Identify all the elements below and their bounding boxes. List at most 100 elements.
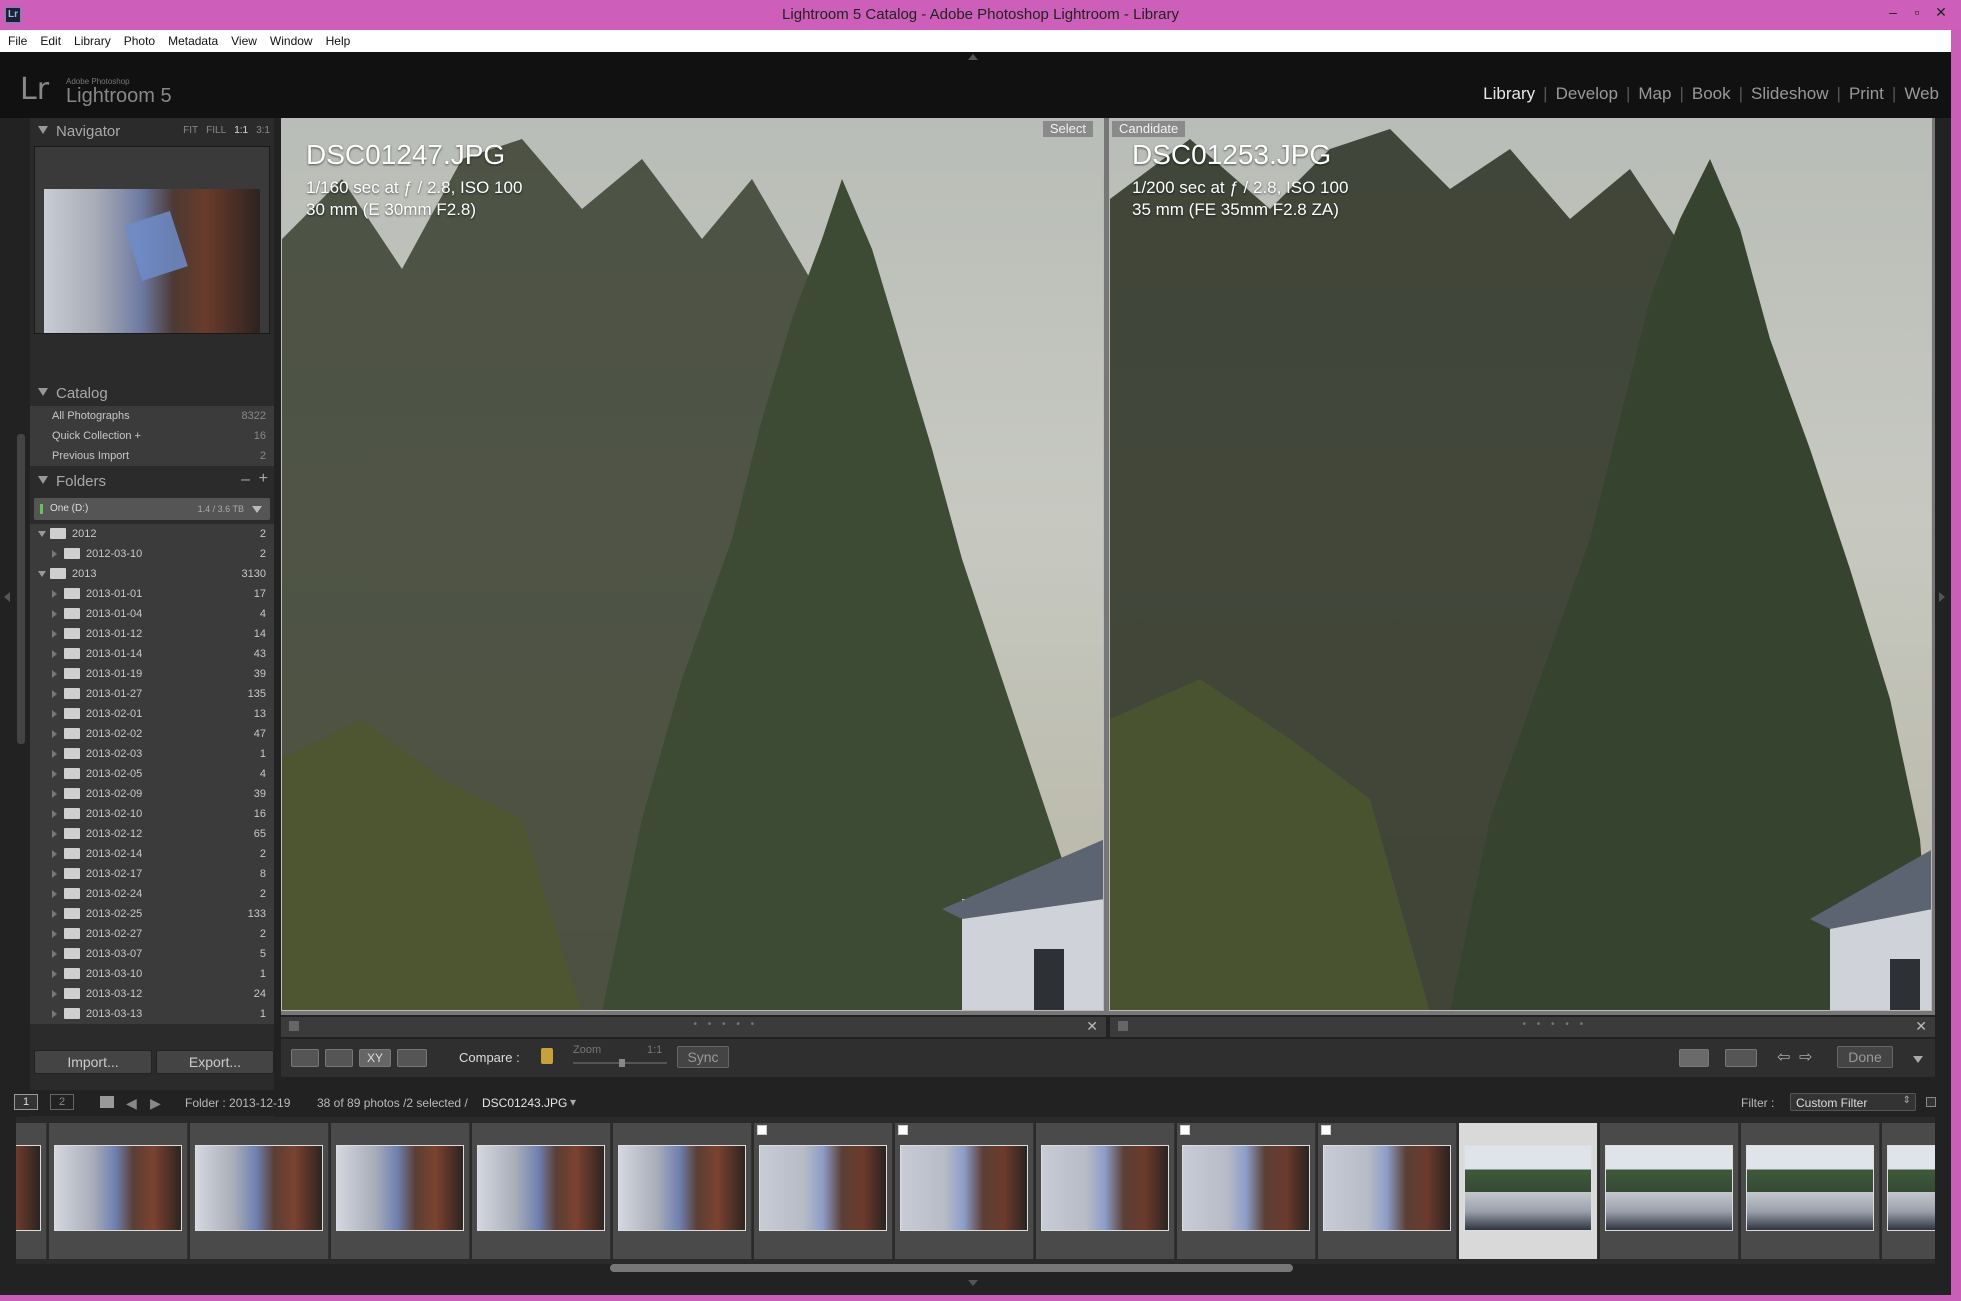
disclosure-triangle-icon[interactable] <box>52 770 61 778</box>
source-folder[interactable]: Folder : 2013-12-19 <box>185 1096 290 1110</box>
left-panel-scrollbar[interactable] <box>17 434 25 744</box>
catalog-header[interactable]: Catalog <box>30 380 274 406</box>
compare-view-icon[interactable]: XY <box>359 1049 391 1067</box>
disclosure-triangle-icon[interactable] <box>38 571 46 577</box>
filmstrip-cell[interactable] <box>1741 1123 1880 1259</box>
folder-row[interactable]: 2013-01-04 4 <box>30 604 274 624</box>
navigator-thumbnail[interactable] <box>44 189 260 333</box>
done-button[interactable]: Done <box>1837 1046 1893 1068</box>
filmstrip-cell[interactable] <box>613 1123 752 1259</box>
folder-row[interactable]: 2013-02-24 2 <box>30 884 274 904</box>
rating-dots[interactable]: • • • • • <box>694 1019 759 1030</box>
volume-bar[interactable]: One (D:) 1.4 / 3.6 TB <box>34 498 270 520</box>
flag-icon[interactable] <box>1118 1021 1128 1031</box>
menu-metadata[interactable]: Metadata <box>160 30 223 48</box>
filmstrip-cell[interactable] <box>472 1123 611 1259</box>
pick-flag-icon[interactable] <box>757 1125 767 1135</box>
filter-select[interactable]: Custom Filter ⇕ <box>1790 1093 1916 1111</box>
disclosure-triangle-icon[interactable] <box>52 710 61 718</box>
disclosure-triangle-icon[interactable] <box>52 550 61 558</box>
module-map[interactable]: Map <box>1630 84 1679 104</box>
catalog-item[interactable]: All Photographs 8322 <box>30 406 274 426</box>
collapse-left-panel-icon[interactable] <box>4 592 10 602</box>
make-select-icon[interactable] <box>1725 1049 1757 1067</box>
disclosure-triangle-icon[interactable] <box>52 650 61 658</box>
filmstrip-thumbnail[interactable] <box>1605 1145 1733 1231</box>
filmstrip-thumbnail[interactable] <box>618 1145 746 1231</box>
menu-library[interactable]: Library <box>66 30 116 48</box>
folder-row[interactable]: 2013-03-07 5 <box>30 944 274 964</box>
module-slideshow[interactable]: Slideshow <box>1743 84 1837 104</box>
filmstrip-scrollbar[interactable] <box>610 1264 1293 1272</box>
remove-folder-button[interactable]: – <box>241 471 250 489</box>
disclosure-triangle-icon[interactable] <box>52 810 61 818</box>
flag-icon[interactable] <box>289 1021 299 1031</box>
disclosure-triangle-icon[interactable] <box>38 531 46 537</box>
filmstrip-thumbnail[interactable] <box>900 1145 1028 1231</box>
export-button[interactable]: Export... <box>156 1050 274 1074</box>
disclosure-triangle-icon[interactable] <box>52 830 61 838</box>
close-candidate-icon[interactable]: ✕ <box>1915 1018 1927 1035</box>
menu-help[interactable]: Help <box>318 30 356 48</box>
folder-row[interactable]: 2013-01-12 14 <box>30 624 274 644</box>
disclosure-triangle-icon[interactable] <box>52 590 61 598</box>
disclosure-triangle-icon[interactable] <box>38 476 48 484</box>
survey-view-icon[interactable] <box>397 1049 427 1067</box>
forward-icon[interactable]: ▶ <box>150 1095 161 1112</box>
folder-row[interactable]: 2013-03-10 1 <box>30 964 274 984</box>
filmstrip-cell[interactable] <box>895 1123 1034 1259</box>
menu-file[interactable]: File <box>0 30 32 48</box>
folder-row[interactable]: 2013-02-10 16 <box>30 804 274 824</box>
collapse-bottom-panel-icon[interactable] <box>968 1280 978 1286</box>
folder-row[interactable]: 2012-03-10 2 <box>30 544 274 564</box>
collapse-right-panel-icon[interactable] <box>1939 592 1945 602</box>
back-icon[interactable]: ◀ <box>126 1095 137 1112</box>
zoom-slider-thumb[interactable] <box>619 1059 625 1067</box>
disclosure-triangle-icon[interactable] <box>52 610 61 618</box>
menu-photo[interactable]: Photo <box>116 30 160 48</box>
menu-view[interactable]: View <box>223 30 262 48</box>
disclosure-triangle-icon[interactable] <box>52 890 61 898</box>
sync-button[interactable]: Sync <box>677 1046 729 1068</box>
filmstrip-thumbnail[interactable] <box>1041 1145 1169 1231</box>
disclosure-triangle-icon[interactable] <box>52 690 61 698</box>
next-photo-icon[interactable]: ⇨ <box>1799 1047 1812 1067</box>
folder-row[interactable]: 2013-02-14 2 <box>30 844 274 864</box>
grid-icon[interactable] <box>100 1096 114 1108</box>
disclosure-triangle-icon[interactable] <box>38 126 48 134</box>
select-photo[interactable]: Select DSC01247.JPG 1/160 sec at ƒ / 2.8… <box>281 118 1104 1011</box>
folder-row[interactable]: 2013-01-01 17 <box>30 584 274 604</box>
folder-row[interactable]: 2012 2 <box>30 524 274 544</box>
chevron-down-icon[interactable]: ▾ <box>570 1095 576 1109</box>
folder-row[interactable]: 2013-02-17 8 <box>30 864 274 884</box>
import-button[interactable]: Import... <box>34 1050 152 1074</box>
zoom-option-fit[interactable]: FIT <box>183 125 198 136</box>
folders-header[interactable]: Folders – + <box>30 468 274 494</box>
folder-row[interactable]: 2013 3130 <box>30 564 274 584</box>
add-folder-button[interactable]: + <box>259 470 268 488</box>
filmstrip-cell[interactable] <box>1318 1123 1457 1259</box>
volume-menu-icon[interactable] <box>252 506 262 513</box>
module-print[interactable]: Print <box>1841 84 1892 104</box>
filmstrip-thumbnail[interactable] <box>54 1145 182 1231</box>
disclosure-triangle-icon[interactable] <box>52 1010 61 1018</box>
navigator-zoom-rect[interactable] <box>124 211 188 281</box>
menu-window[interactable]: Window <box>262 30 318 48</box>
folder-row[interactable]: 2013-03-12 24 <box>30 984 274 1004</box>
folder-row[interactable]: 2013-02-02 47 <box>30 724 274 744</box>
filmstrip-thumbnail[interactable] <box>195 1145 323 1231</box>
folder-row[interactable]: 2013-02-12 65 <box>30 824 274 844</box>
filmstrip-thumbnail[interactable] <box>759 1145 887 1231</box>
module-book[interactable]: Book <box>1684 84 1739 104</box>
filmstrip-thumbnail[interactable] <box>1323 1145 1451 1231</box>
filmstrip-thumbnail[interactable] <box>336 1145 464 1231</box>
pick-flag-icon[interactable] <box>1180 1125 1190 1135</box>
zoom-option-3-1[interactable]: 3:1 <box>256 125 270 136</box>
disclosure-triangle-icon[interactable] <box>52 870 61 878</box>
close-icon[interactable]: ✕ <box>1927 2 1955 22</box>
filmstrip-cell[interactable] <box>1600 1123 1739 1259</box>
filmstrip-cell[interactable] <box>754 1123 893 1259</box>
navigator-header[interactable]: Navigator FIT FILL 1:1 3:1 <box>30 118 274 144</box>
current-filename[interactable]: DSC01243.JPG <box>482 1096 567 1110</box>
folder-row[interactable]: 2013-02-25 133 <box>30 904 274 924</box>
